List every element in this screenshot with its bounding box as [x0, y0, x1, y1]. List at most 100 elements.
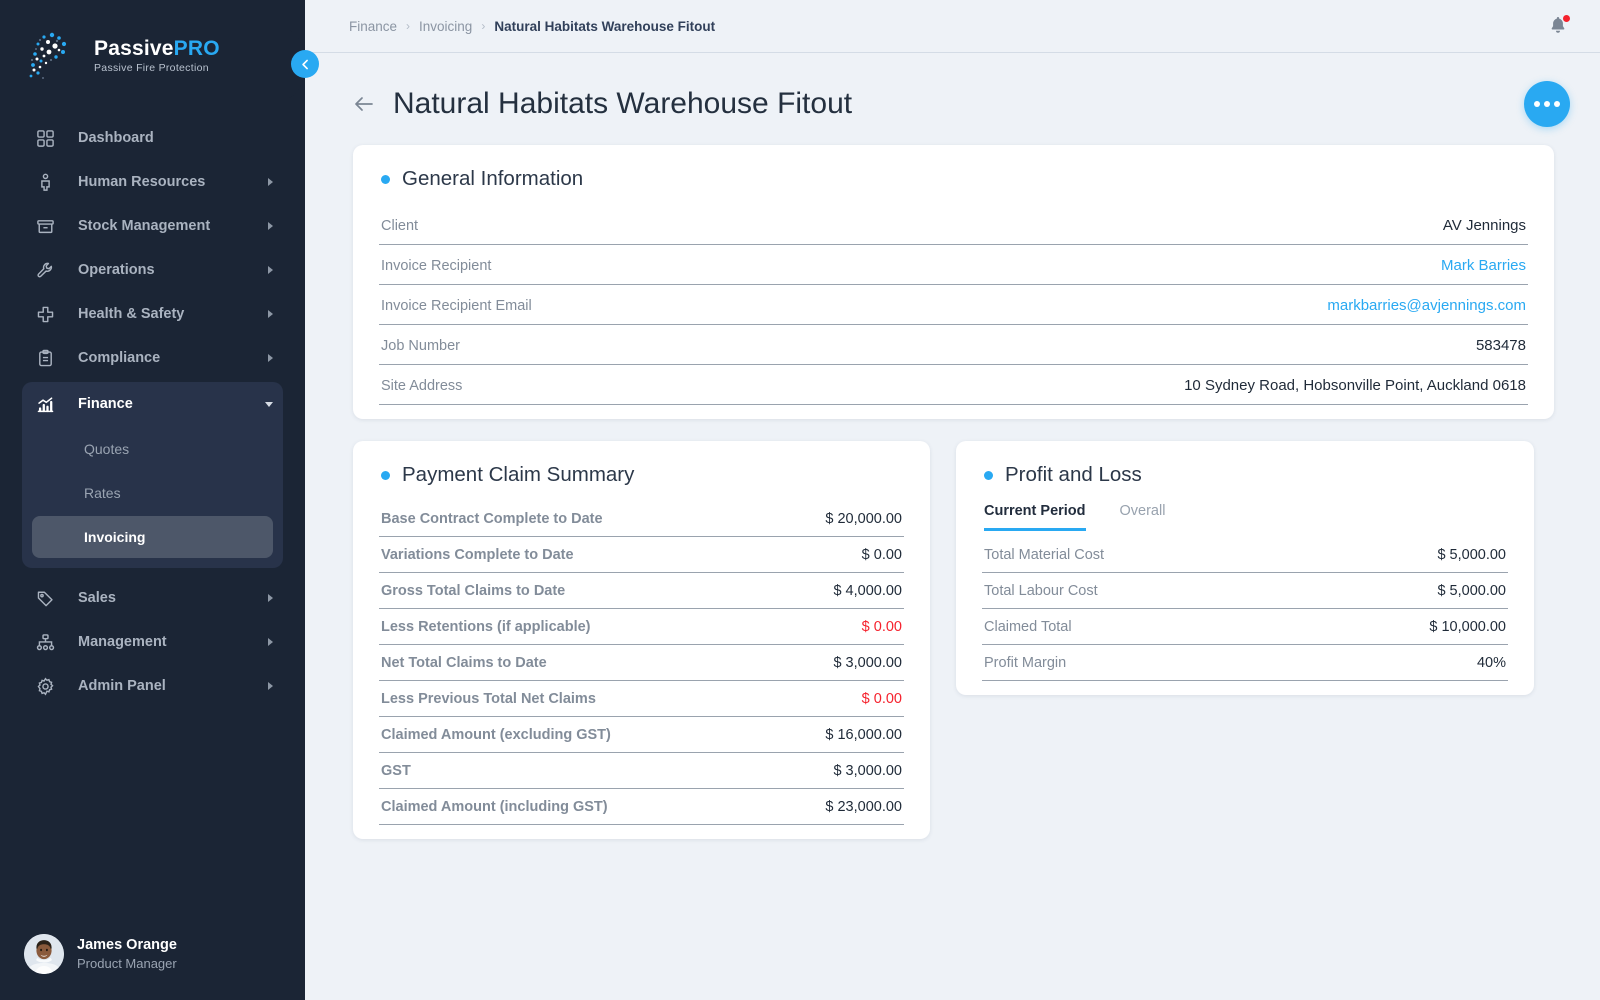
row-value[interactable]: markbarries@avjennings.com [1327, 297, 1526, 314]
row-value: 583478 [1475, 337, 1526, 354]
sidebar-group-finance: Finance Quotes Rates Invoicing [22, 382, 283, 568]
brand-name-secondary: PRO [173, 37, 220, 61]
bullet-icon [984, 470, 993, 480]
sidebar-item-compliance[interactable]: Compliance [22, 336, 283, 380]
sidebar-item-label: Admin Panel [78, 678, 166, 694]
person-icon [34, 171, 56, 193]
info-row-client: Client AV Jennings [379, 205, 1528, 245]
row-label: Total Material Cost [984, 547, 1105, 563]
sidebar-item-label: Health & Safety [78, 306, 185, 322]
clipboard-icon [34, 347, 56, 369]
row-label: Job Number [381, 338, 460, 354]
sidebar-subitem-quotes[interactable]: Quotes [32, 428, 273, 470]
sidebar-subitem-invoicing[interactable]: Invoicing [32, 516, 273, 558]
topbar: Finance › Invoicing › Natural Habitats W… [305, 0, 1600, 53]
row-label: Invoice Recipient [381, 258, 492, 274]
claim-row: Gross Total Claims to Date $ 4,000.00 [379, 573, 904, 609]
sidebar-item-dashboard[interactable]: Dashboard [22, 116, 283, 160]
tab-overall[interactable]: Overall [1120, 503, 1166, 531]
sidebar-item-operations[interactable]: Operations [22, 248, 283, 292]
sidebar-item-health-safety[interactable]: Health & Safety [22, 292, 283, 336]
general-information-card: General Information Client AV Jennings I… [353, 145, 1554, 419]
main-content: Finance › Invoicing › Natural Habitats W… [305, 0, 1600, 1000]
sidebar-subitem-rates[interactable]: Rates [32, 472, 273, 514]
medical-cross-icon [34, 303, 56, 325]
more-actions-button[interactable] [1524, 81, 1570, 127]
breadcrumb-item-current: Natural Habitats Warehouse Fitout [494, 18, 716, 34]
grid-icon [34, 127, 56, 149]
row-label: Claimed Total [984, 619, 1072, 635]
row-value: $ 23,000.00 [825, 799, 902, 815]
chevron-right-icon [268, 682, 273, 690]
page-header: Natural Habitats Warehouse Fitout [305, 53, 1600, 133]
brand-text: PassivePRO Passive Fire Protection [94, 38, 220, 74]
card-header: Payment Claim Summary [379, 463, 904, 487]
chevron-right-icon [268, 354, 273, 362]
info-row-invoice-recipient-email: Invoice Recipient Email markbarries@avje… [379, 285, 1528, 325]
claim-row: Less Previous Total Net Claims $ 0.00 [379, 681, 904, 717]
sidebar-item-stock-management[interactable]: Stock Management [22, 204, 283, 248]
breadcrumb-item-finance[interactable]: Finance [349, 19, 397, 34]
row-label: Profit Margin [984, 655, 1067, 671]
row-label: Base Contract Complete to Date [381, 511, 603, 527]
notifications-button[interactable] [1548, 14, 1571, 37]
notification-badge [1562, 14, 1571, 23]
ellipsis-icon [1544, 101, 1550, 107]
breadcrumb-separator: › [406, 19, 411, 33]
row-label: Less Previous Total Net Claims [381, 691, 596, 707]
row-value: $ 20,000.00 [825, 511, 902, 527]
back-button[interactable] [349, 89, 379, 119]
brand-name-primary: Passive [94, 37, 174, 61]
row-label: Gross Total Claims to Date [381, 583, 566, 599]
chart-bar-icon [34, 393, 56, 415]
sidebar-item-label: Human Resources [78, 174, 206, 190]
sidebar-item-management[interactable]: Management [22, 620, 283, 664]
profit-loss-tabs: Current Period Overall [982, 501, 1508, 531]
row-label: Total Labour Cost [984, 583, 1098, 599]
chevron-right-icon [268, 310, 273, 318]
sidebar-item-label: Finance [78, 396, 133, 412]
hierarchy-icon [34, 631, 56, 653]
row-value[interactable]: Mark Barries [1441, 257, 1526, 274]
sidebar-item-sales[interactable]: Sales [22, 576, 283, 620]
sidebar-subitem-label: Invoicing [84, 529, 146, 545]
row-label: Site Address [381, 378, 463, 394]
card-title: Profit and Loss [1005, 463, 1142, 486]
content-area: General Information Client AV Jennings I… [305, 133, 1600, 839]
passivepro-logo-icon [22, 30, 80, 82]
tab-current-period[interactable]: Current Period [984, 503, 1086, 531]
card-header: General Information [379, 167, 1528, 191]
page-title: Natural Habitats Warehouse Fitout [393, 87, 853, 120]
user-name: James Orange [77, 937, 177, 953]
sidebar-subitem-label: Rates [84, 485, 121, 501]
claim-row: Claimed Amount (including GST) $ 23,000.… [379, 789, 904, 825]
chevron-right-icon [268, 638, 273, 646]
sidebar-user-profile[interactable]: James Orange Product Manager [0, 934, 305, 1000]
bullet-icon [381, 174, 390, 184]
sidebar-item-label: Compliance [78, 350, 161, 366]
row-label: Variations Complete to Date [381, 547, 574, 563]
claim-row: Base Contract Complete to Date $ 20,000.… [379, 501, 904, 537]
row-value: $ 3,000.00 [833, 655, 902, 671]
chevron-right-icon [268, 178, 273, 186]
row-label: Claimed Amount (excluding GST) [381, 727, 611, 743]
sidebar-collapse-button[interactable] [291, 50, 319, 78]
row-value: $ 3,000.00 [833, 763, 902, 779]
pl-row: Total Labour Cost $ 5,000.00 [982, 573, 1508, 609]
sidebar-item-finance[interactable]: Finance [22, 382, 283, 426]
ellipsis-icon [1554, 101, 1560, 107]
info-row-job-number: Job Number 583478 [379, 325, 1528, 365]
row-value: $ 4,000.00 [833, 583, 902, 599]
breadcrumb-item-invoicing[interactable]: Invoicing [419, 19, 472, 34]
wrench-icon [34, 259, 56, 281]
chevron-right-icon [268, 266, 273, 274]
ellipsis-icon [1534, 101, 1540, 107]
row-label: Less Retentions (if applicable) [381, 619, 591, 635]
row-value: 10 Sydney Road, Hobsonville Point, Auckl… [1184, 377, 1526, 394]
sidebar-item-human-resources[interactable]: Human Resources [22, 160, 283, 204]
sidebar-item-admin-panel[interactable]: Admin Panel [22, 664, 283, 708]
app-root: PassivePRO Passive Fire Protection Dashb… [0, 0, 1600, 1000]
row-value: AV Jennings [1442, 217, 1526, 234]
pl-row: Claimed Total $ 10,000.00 [982, 609, 1508, 645]
brand-logo[interactable]: PassivePRO Passive Fire Protection [0, 0, 305, 106]
